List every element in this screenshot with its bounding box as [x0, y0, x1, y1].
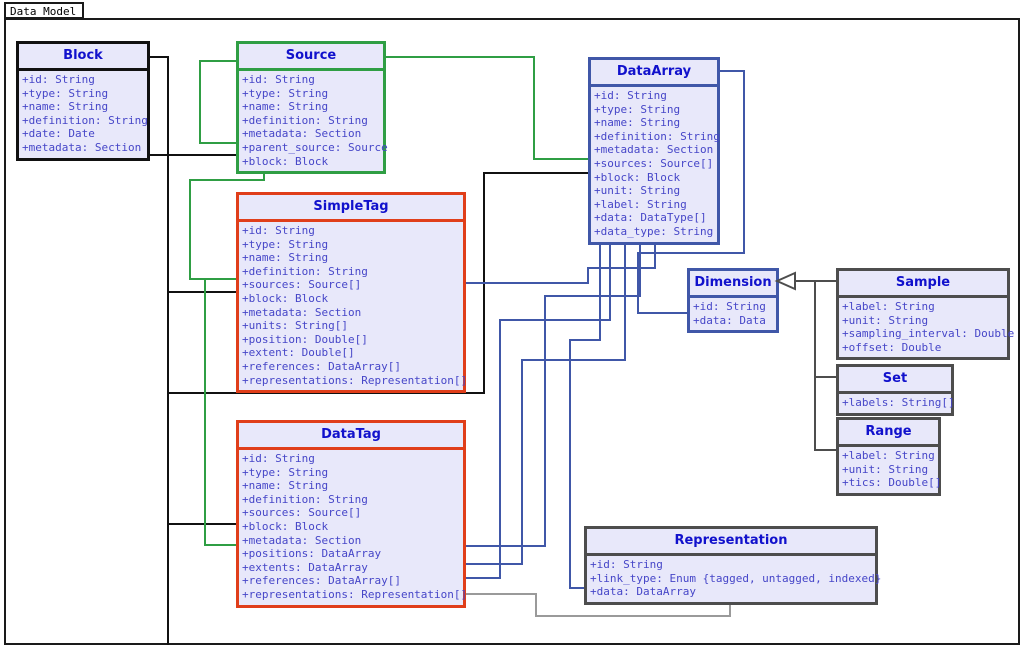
attribute-row: +data: DataArray [590, 585, 696, 599]
attribute-row: +id: String [22, 73, 95, 86]
attribute-row: +extent: Double[] [242, 346, 355, 360]
class-name-source: Source [239, 44, 383, 68]
uml-class-range[interactable]: Range +label: String +unit: String +tics… [836, 417, 941, 496]
attribute-row: +label: String [594, 197, 687, 211]
class-attributes-range: +label: String +unit: String +tics: Doub… [839, 444, 942, 493]
attribute-row: +data_type: String [594, 224, 714, 238]
uml-class-dimension[interactable]: Dimension +id: String +data: Data [687, 268, 779, 334]
attribute-row: +type: String [242, 237, 329, 251]
class-name-set: Set [839, 367, 951, 391]
attribute-row: +metadata: Section [242, 127, 362, 141]
uml-class-representation[interactable]: Representation +id: String +link_type: E… [584, 526, 882, 605]
attribute-row: +metadata: Section [594, 143, 714, 157]
attribute-row: +label: String [842, 449, 935, 462]
attribute-row: +id: String [242, 224, 315, 237]
class-attributes-set: +labels: String[] [839, 391, 955, 413]
class-name-dimension: Dimension [690, 271, 776, 295]
attribute-row: +positions: DataArray [242, 547, 382, 561]
attribute-row: +definition: String [242, 113, 368, 127]
attribute-row: +data: Data [693, 313, 766, 327]
attribute-row: +name: String [242, 251, 329, 265]
attribute-row: +unit: String [594, 184, 681, 198]
class-attributes-source: +id: String +type: String +name: String … [239, 68, 388, 172]
attribute-row: +unit: String [842, 313, 929, 327]
attribute-row: +units: String[] [242, 319, 348, 333]
attribute-row: +link_type: Enum {tagged, untagged, inde… [590, 571, 882, 585]
class-attributes-representation: +id: String +link_type: Enum {tagged, un… [587, 553, 882, 602]
uml-class-simpletag[interactable]: SimpleTag +id: String +type: String +nam… [236, 192, 468, 394]
class-attributes-simpletag: +id: String +type: String +name: String … [239, 219, 468, 391]
uml-class-block[interactable]: Block +id: String +type: String +name: S… [16, 41, 150, 161]
attribute-row: +unit: String [842, 462, 929, 476]
attribute-row: +labels: String[] [842, 396, 955, 409]
attribute-row: +data: DataType[] [594, 211, 707, 225]
attribute-row: +id: String [590, 558, 663, 571]
attribute-row: +representations: Representation[] [242, 373, 468, 387]
attribute-row: +type: String [22, 86, 109, 100]
attribute-row: +type: String [242, 465, 329, 479]
attribute-row: +metadata: Section [242, 533, 362, 547]
attribute-row: +id: String [242, 452, 315, 465]
attribute-row: +date: Date [22, 127, 95, 141]
attribute-row: +offset: Double [842, 340, 942, 354]
attribute-row: +block: Block [594, 170, 681, 184]
uml-class-sample[interactable]: Sample +label: String +unit: String +sam… [836, 268, 1015, 361]
class-attributes-block: +id: String +type: String +name: String … [19, 68, 148, 158]
attribute-row: +block: Block [242, 519, 329, 533]
attribute-row: +type: String [594, 102, 681, 116]
class-name-range: Range [839, 420, 938, 444]
attribute-row: +references: DataArray[] [242, 359, 401, 373]
attribute-row: +sources: Source[] [242, 278, 362, 292]
attribute-row: +name: String [22, 100, 109, 114]
attribute-row: +definition: String [242, 492, 368, 506]
attribute-row: +definition: String [594, 129, 720, 143]
class-name-datatag: DataTag [239, 423, 463, 447]
attribute-row: +position: Double[] [242, 332, 368, 346]
class-name-simpletag: SimpleTag [239, 195, 463, 219]
class-attributes-dimension: +id: String +data: Data [690, 295, 776, 331]
attribute-row: +name: String [242, 479, 329, 493]
class-name-dataarray: DataArray [591, 60, 717, 84]
attribute-row: +extents: DataArray [242, 560, 368, 574]
attribute-row: +id: String [693, 300, 766, 313]
attribute-row: +name: String [594, 116, 681, 130]
uml-class-dataarray[interactable]: DataArray +id: String +type: String +nam… [588, 57, 720, 245]
attribute-row: +block: Block [242, 291, 329, 305]
class-name-block: Block [19, 44, 147, 68]
attribute-row: +definition: String [242, 264, 368, 278]
class-attributes-sample: +label: String +unit: String +sampling_i… [839, 295, 1015, 358]
attribute-row: +metadata: Section [242, 305, 362, 319]
attribute-row: +name: String [242, 100, 329, 114]
uml-class-datatag[interactable]: DataTag +id: String +type: String +name:… [236, 420, 468, 608]
diagram-title-tab: Data Model [4, 2, 85, 19]
class-attributes-dataarray: +id: String +type: String +name: String … [591, 84, 720, 242]
attribute-row: +references: DataArray[] [242, 574, 401, 588]
uml-class-source[interactable]: Source +id: String +type: String +name: … [236, 41, 388, 175]
attribute-row: +id: String [594, 89, 667, 102]
class-name-representation: Representation [587, 529, 875, 553]
attribute-row: +sources: Source[] [594, 156, 714, 170]
attribute-row: +sources: Source[] [242, 506, 362, 520]
uml-class-set[interactable]: Set +labels: String[] [836, 364, 955, 416]
attribute-row: +block: Block [242, 154, 329, 168]
attribute-row: +tics: Double[] [842, 476, 942, 490]
attribute-row: +type: String [242, 86, 329, 100]
attribute-row: +definition: String [22, 113, 148, 127]
attribute-row: +metadata: Section [22, 140, 142, 154]
attribute-row: +parent_source: Source [242, 140, 388, 154]
attribute-row: +sampling_interval: Double [842, 327, 1015, 341]
attribute-row: +id: String [242, 73, 315, 86]
attribute-row: +label: String [842, 300, 935, 313]
diagram-canvas: Data Model Block +id: String +type: Stri… [0, 0, 1024, 647]
attribute-row: +representations: Representation[] [242, 587, 468, 601]
class-attributes-datatag: +id: String +type: String +name: String … [239, 447, 468, 605]
class-name-sample: Sample [839, 271, 1007, 295]
